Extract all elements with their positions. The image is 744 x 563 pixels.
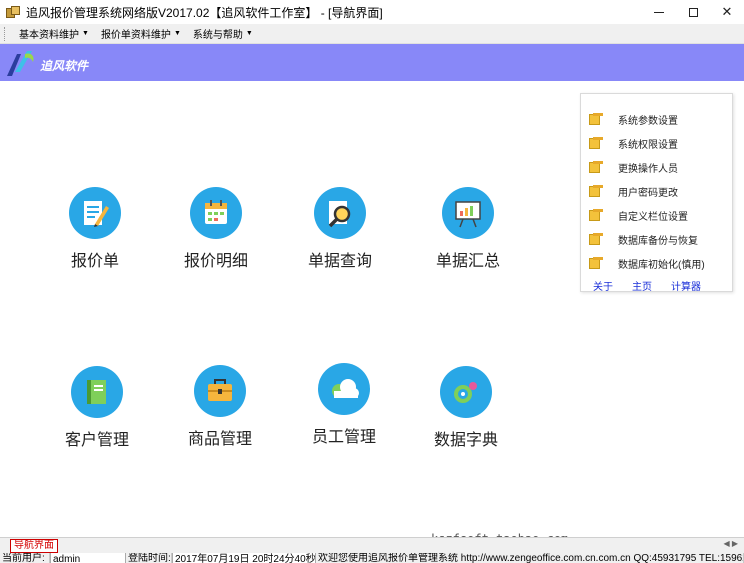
status-user-label: 当前用户: — [0, 553, 50, 563]
minimize-icon — [654, 11, 664, 13]
tab-navigation[interactable]: 导航界面 — [10, 539, 58, 553]
folder-icon — [589, 233, 603, 245]
menu-label: 系统与帮助 — [192, 30, 243, 41]
menu-quote-data[interactable]: 报价单资料维护 ▼ — [95, 26, 187, 41]
home-link[interactable]: 主页 — [632, 278, 652, 294]
qp-item-label: 系统参数设置 — [618, 115, 678, 127]
folder-icon — [589, 113, 603, 125]
qp-item-switch-operator[interactable]: 更换操作人员 — [589, 157, 678, 177]
tile-label: 报价明细 — [183, 253, 248, 270]
maximize-button[interactable] — [676, 0, 710, 24]
dropdown-arrow-icon: ▼ — [82, 30, 89, 37]
menu-label: 基本资料维护 — [19, 30, 79, 41]
folder-icon — [589, 161, 603, 173]
navigation-area: 报价单 报价明细 单据查询 单据汇总 客户管理 商品管理 员工管理 数据字典 系… — [0, 81, 744, 537]
menu-basic-data[interactable]: 基本资料维护 ▼ — [13, 26, 95, 41]
menu-bar: 基本资料维护 ▼ 报价单资料维护 ▼ 系统与帮助 ▼ — [0, 24, 744, 44]
gear-icon — [440, 366, 492, 418]
tile-label: 客户管理 — [64, 432, 129, 449]
tile-bill-summary[interactable]: 单据汇总 — [418, 187, 518, 271]
qp-item-backup-restore[interactable]: 数据库备份与恢复 — [589, 229, 698, 249]
tile-quote-detail[interactable]: 报价明细 — [166, 187, 266, 271]
tab-bar: 导航界面 ◀ ▶ — [0, 537, 744, 553]
qp-item-system-params[interactable]: 系统参数设置 — [589, 109, 678, 129]
tile-label: 数据字典 — [433, 432, 498, 449]
notebook-icon — [71, 366, 123, 418]
briefcase-icon — [194, 365, 246, 417]
qp-item-custom-fields[interactable]: 自定义栏位设置 — [589, 205, 688, 225]
folder-icon — [589, 137, 603, 149]
close-icon: ✕ — [721, 4, 733, 19]
status-bar: 当前用户: admin 登陆时间: 2017年07月19日 20时24分40秒 … — [0, 553, 744, 563]
calculator-link[interactable]: 计算器 — [671, 278, 701, 294]
status-welcome: 欢迎您使用追风报价单管理系统 http://www.zengeoffice.co… — [316, 553, 744, 563]
quick-settings-panel: 系统参数设置 系统权限设置 更换操作人员 用户密码更改 自定义栏位设置 数据库备… — [580, 93, 733, 294]
close-button[interactable]: ✕ — [710, 0, 744, 24]
dropdown-arrow-icon: ▼ — [173, 30, 181, 37]
app-icon — [6, 6, 20, 18]
menu-label: 报价单资料维护 — [100, 30, 171, 41]
brand-banner: 追风软件 — [0, 44, 744, 81]
folder-icon — [589, 257, 603, 269]
calendar-icon — [190, 187, 242, 239]
tile-quote[interactable]: 报价单 — [45, 187, 145, 271]
tile-product[interactable]: 商品管理 — [170, 365, 270, 449]
qp-item-permissions[interactable]: 系统权限设置 — [589, 133, 678, 153]
status-user-value: admin — [50, 553, 126, 563]
window-controls: ✕ — [642, 0, 744, 24]
tab-scroll-arrows[interactable]: ◀ ▶ — [723, 539, 738, 548]
qp-item-label: 更换操作人员 — [618, 163, 678, 175]
menu-system-help[interactable]: 系统与帮助 ▼ — [187, 26, 259, 41]
qp-item-label: 数据库初始化(慎用) — [618, 259, 705, 271]
magnifier-icon — [314, 187, 366, 239]
tile-staff[interactable]: 员工管理 — [294, 363, 394, 447]
qp-item-label: 数据库备份与恢复 — [618, 235, 698, 247]
tile-label: 员工管理 — [311, 429, 376, 446]
status-time-label: 登陆时间: — [126, 553, 172, 563]
qp-item-label: 系统权限设置 — [618, 139, 678, 151]
tile-label: 单据查询 — [307, 253, 372, 270]
dropdown-arrow-icon: ▼ — [245, 30, 253, 37]
folder-icon — [589, 185, 603, 197]
tile-label: 单据汇总 — [435, 253, 500, 270]
minimize-button[interactable] — [642, 0, 676, 24]
qp-item-db-init[interactable]: 数据库初始化(慎用) — [589, 253, 705, 273]
about-link[interactable]: 关于 — [593, 278, 613, 294]
qp-item-label: 自定义栏位设置 — [618, 211, 688, 223]
tile-customer[interactable]: 客户管理 — [47, 366, 147, 450]
scroll-right-icon[interactable]: ▶ — [732, 539, 738, 548]
status-time-value: 2017年07月19日 20时24分40秒 — [172, 553, 316, 563]
tile-bill-query[interactable]: 单据查询 — [290, 187, 390, 271]
qp-item-label: 用户密码更改 — [618, 187, 678, 199]
title-bar: 追风报价管理系统网络版V2017.02【追风软件工作室】 - [导航界面] ✕ — [0, 0, 744, 24]
brand-logo-icon — [7, 51, 34, 76]
window-title: 追风报价管理系统网络版V2017.02【追风软件工作室】 - [导航界面] — [26, 5, 383, 20]
qp-item-change-password[interactable]: 用户密码更改 — [589, 181, 678, 201]
pencil-note-icon — [69, 187, 121, 239]
tile-data-dictionary[interactable]: 数据字典 — [416, 366, 516, 450]
folder-icon — [589, 209, 603, 221]
tile-label: 报价单 — [70, 253, 119, 270]
maximize-icon — [688, 7, 698, 17]
menu-grip[interactable] — [4, 26, 7, 41]
presentation-board-icon — [442, 187, 494, 239]
scroll-left-icon[interactable]: ◀ — [723, 539, 729, 548]
cloud-icon — [318, 363, 370, 415]
brand-name: 追风软件 — [40, 59, 89, 73]
qp-links: 关于 主页 计算器 — [593, 278, 701, 294]
tile-label: 商品管理 — [187, 431, 252, 448]
